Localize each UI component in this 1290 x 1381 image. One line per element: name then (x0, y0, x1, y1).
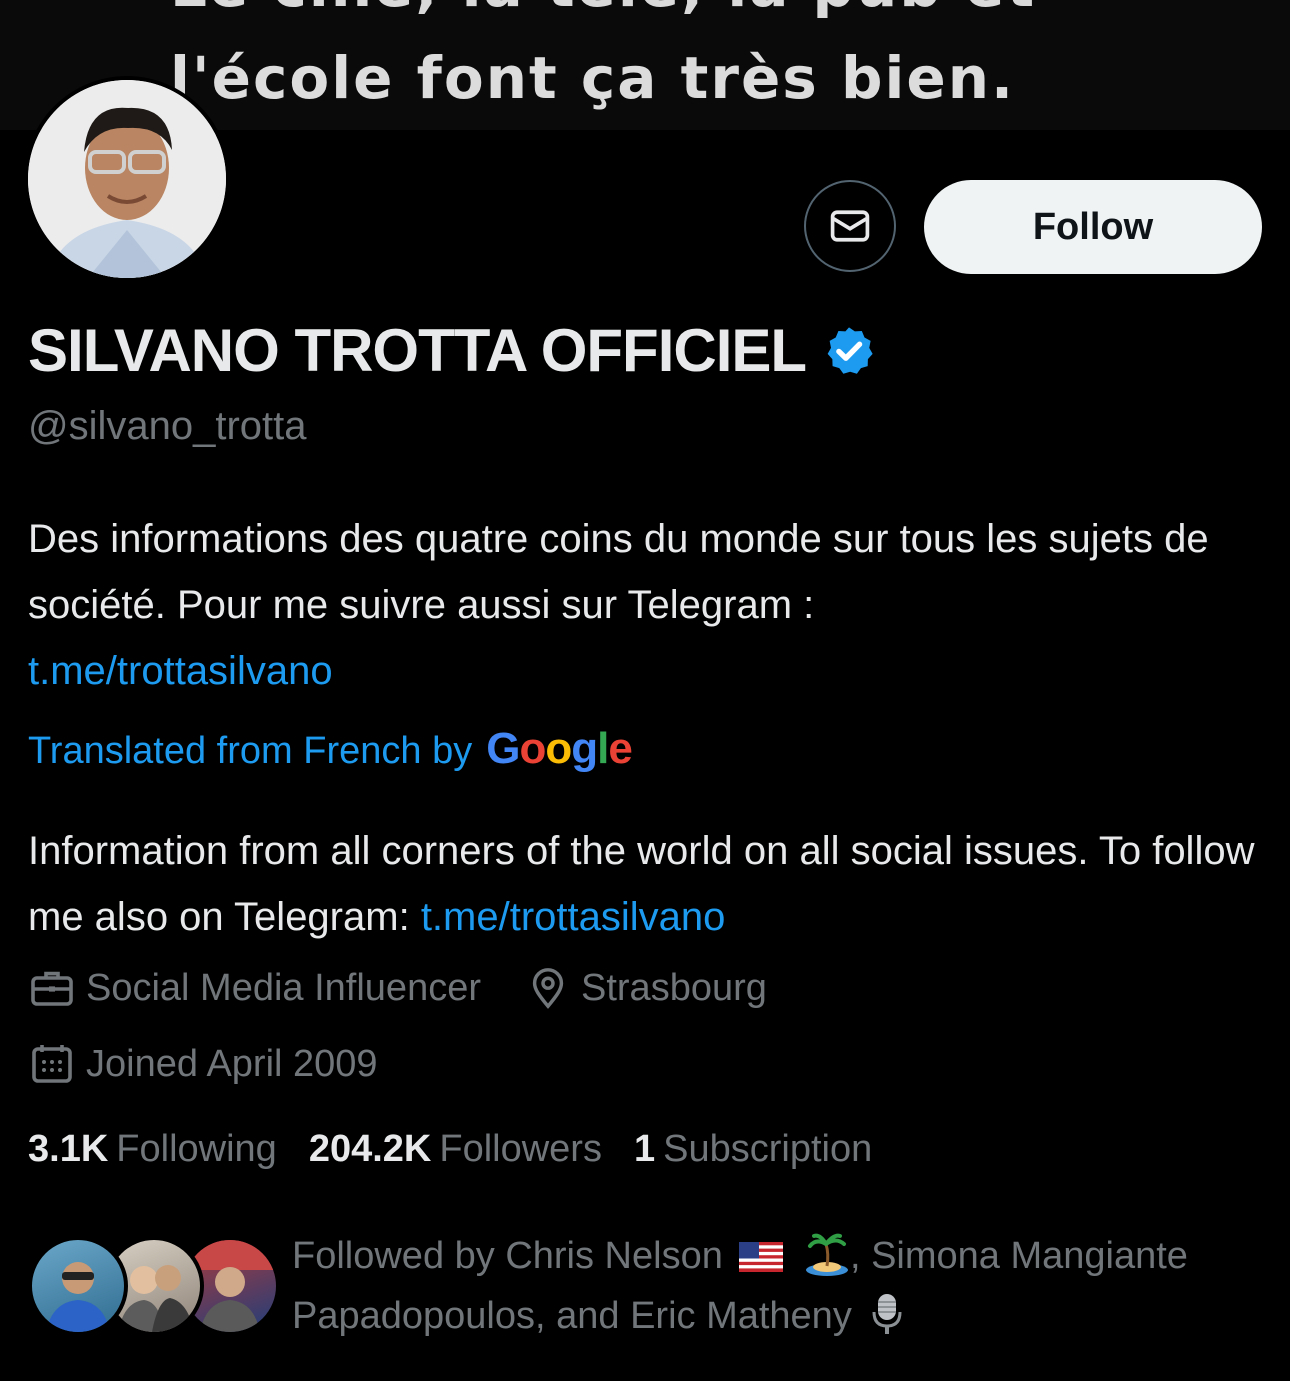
us-flag-icon (739, 1242, 784, 1272)
google-logo: Google (486, 724, 633, 773)
following-label: Following (116, 1128, 277, 1170)
followers-stat[interactable]: 204.2K Followers (309, 1128, 602, 1171)
translated-bio: Information from all corners of the worl… (28, 818, 1268, 950)
followers-you-know-avatars (28, 1226, 280, 1336)
microphone-icon (872, 1294, 902, 1334)
subscription-label: Subscription (663, 1128, 873, 1170)
location-label: Strasbourg (581, 966, 767, 1009)
followed-by-section[interactable]: Followed by Chris Nelson , Simona Mangia… (28, 1226, 1212, 1346)
following-stat[interactable]: 3.1K Following (28, 1128, 277, 1171)
followers-label: Followers (439, 1128, 602, 1170)
followed-by-text-a: Followed by Chris Nelson (292, 1235, 723, 1277)
subscription-stat[interactable]: 1 Subscription (634, 1128, 872, 1171)
joined-item: Joined April 2009 (28, 1040, 378, 1088)
profile-joined-row: Joined April 2009 (28, 1040, 422, 1088)
profile-meta-row: Social Media Influencer Strasbourg (28, 964, 811, 1012)
follow-stats: 3.1K Following 204.2K Followers 1 Subscript… (28, 1128, 904, 1171)
bio-telegram-link[interactable]: t.me/trottasilvano (28, 649, 333, 693)
follow-button[interactable]: Follow (924, 180, 1262, 274)
translation-label: Translated from French by (28, 730, 473, 772)
verified-badge-icon[interactable] (822, 324, 876, 378)
following-count: 3.1K (28, 1128, 109, 1170)
calendar-icon (32, 1045, 72, 1083)
profession-item: Social Media Influencer (28, 964, 481, 1012)
joined-label: Joined April 2009 (86, 1042, 378, 1085)
translation-attribution[interactable]: Translated from French by Google (28, 724, 633, 774)
profile-handle: @silvano_trotta (28, 404, 307, 448)
avatar-photo (28, 80, 226, 278)
display-name: SILVANO TROTTA OFFICIEL (28, 317, 807, 384)
briefcase-icon (31, 971, 73, 1006)
envelope-icon (830, 210, 870, 242)
banner-text-line1: Le cine, la tele, la pub et (170, 0, 1150, 20)
banner-text-line2: l'école font ça très bien. (170, 44, 1016, 112)
profile-name-row: SILVANO TROTTA OFFICIEL (28, 316, 876, 385)
translated-telegram-link[interactable]: t.me/trottasilvano (421, 895, 726, 939)
bio-text: Des informations des quatre coins du mon… (28, 517, 1209, 627)
desert-island-icon (805, 1233, 848, 1276)
location-pin-icon (532, 968, 564, 1009)
message-button[interactable] (804, 180, 896, 272)
location-item: Strasbourg (525, 965, 767, 1011)
profile-bio: Des informations des quatre coins du mon… (28, 506, 1268, 704)
profile-avatar[interactable] (24, 76, 230, 282)
followed-by-text: Followed by Chris Nelson , Simona Mangia… (292, 1226, 1212, 1346)
subscription-count: 1 (633, 1128, 656, 1170)
profession-label: Social Media Influencer (86, 966, 481, 1009)
followers-count: 204.2K (308, 1128, 432, 1170)
follower-avatar-1 (28, 1236, 128, 1336)
